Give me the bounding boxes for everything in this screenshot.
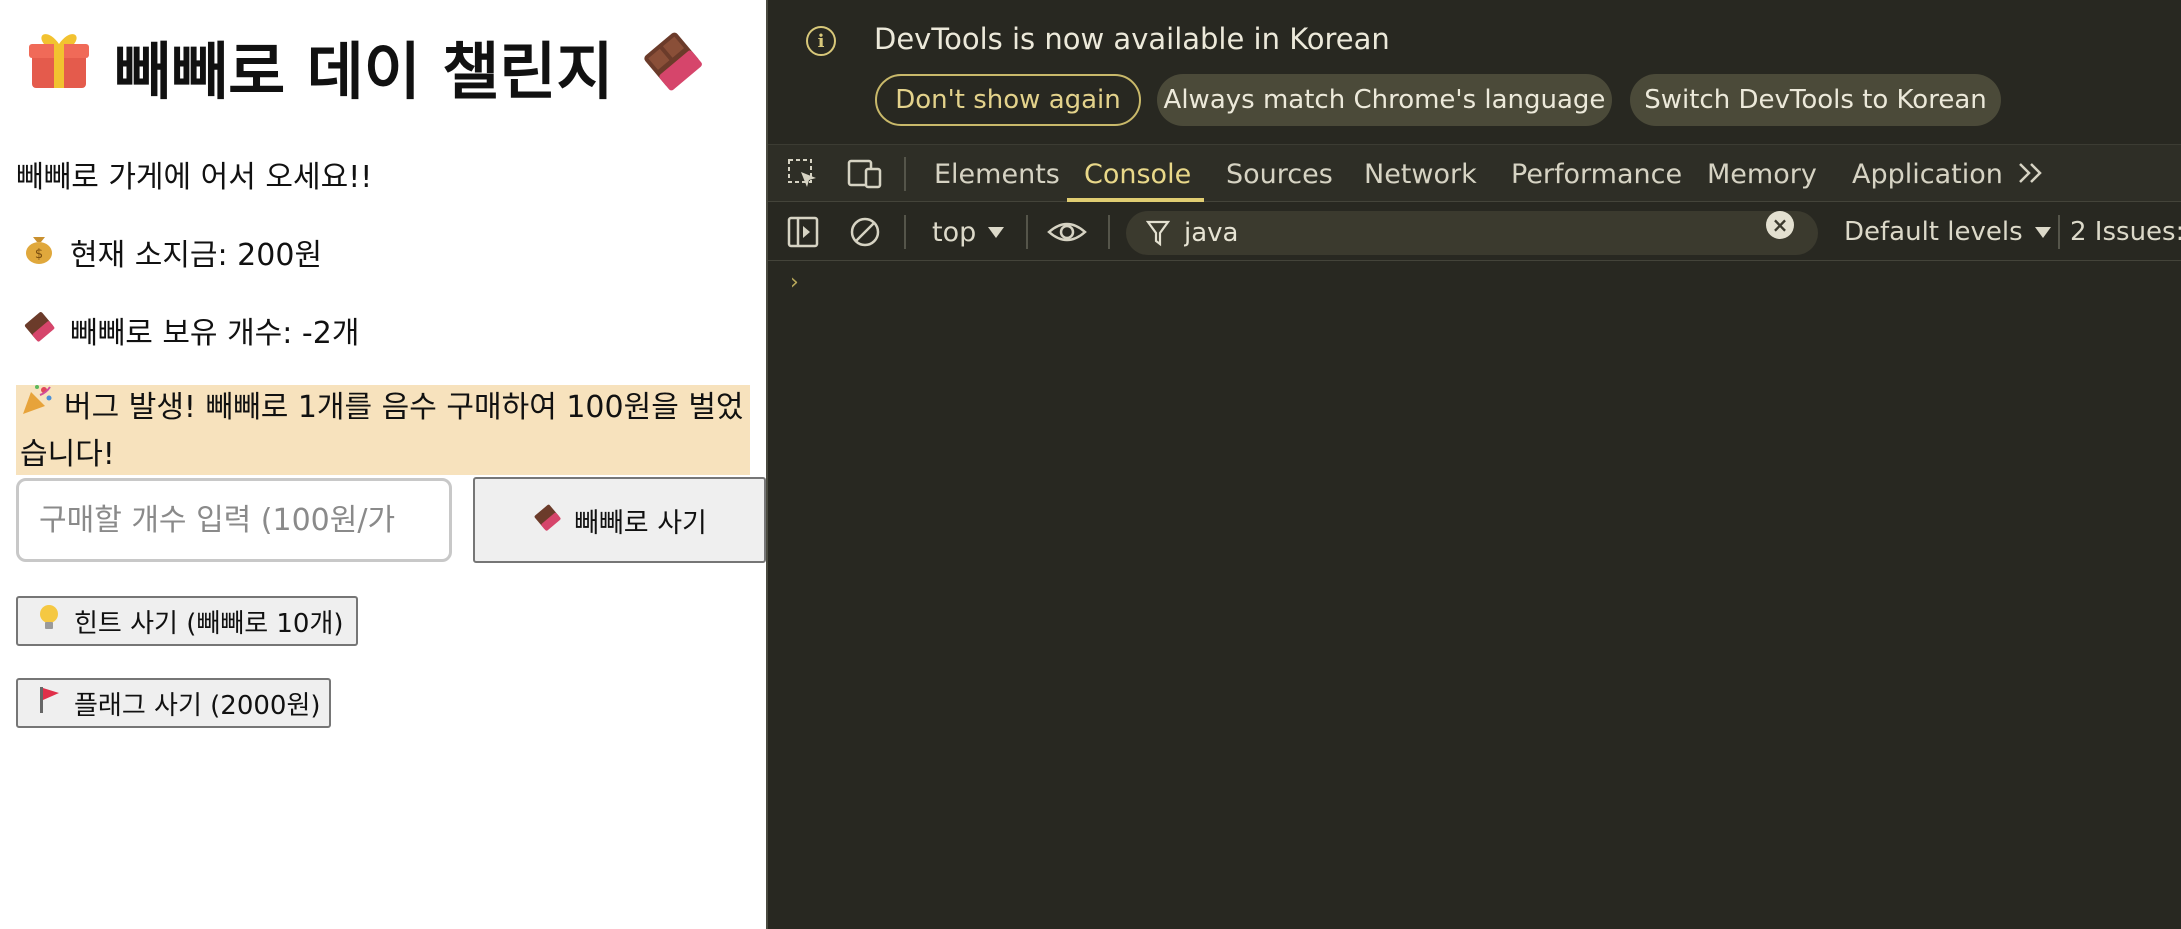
clear-console-icon[interactable]	[848, 215, 882, 253]
money-text: 현재 소지금: 200원	[70, 238, 323, 273]
quantity-input[interactable]	[16, 478, 452, 562]
console-prompt-icon[interactable]: ›	[790, 270, 799, 295]
tab-performance[interactable]: Performance	[1511, 145, 1682, 203]
red-flag-icon	[36, 685, 62, 722]
tab-elements[interactable]: Elements	[934, 145, 1060, 203]
divider	[2058, 215, 2060, 249]
context-label: top	[932, 216, 977, 248]
bug-message: 버그 발생! 빼빼로 1개를 음수 구매하여 100원을 벌었습니다!	[16, 385, 750, 475]
welcome-text: 빼빼로 가게에 어서 오세요!!	[16, 160, 373, 195]
filter-icon	[1145, 219, 1171, 251]
svg-text:$: $	[35, 247, 43, 262]
buy-flag-label: 플래그 사기 (2000원)	[74, 690, 321, 721]
tab-network[interactable]: Network	[1364, 145, 1477, 203]
divider	[904, 215, 906, 249]
chevron-down-icon	[988, 226, 1005, 238]
page-title: 빼빼로 데이 챌린지	[26, 24, 706, 109]
chevron-down-icon	[2034, 226, 2051, 238]
count-text: 빼빼로 보유 개수: -2개	[70, 316, 360, 351]
clear-filter-icon[interactable]: ×	[1766, 211, 1794, 239]
info-icon: i	[806, 26, 836, 56]
dont-show-again-button[interactable]: Don't show again	[875, 74, 1141, 126]
page-title-text: 빼빼로 데이 챌린지	[114, 35, 614, 108]
sidebar-toggle-icon[interactable]	[786, 215, 820, 253]
buy-hint-label: 힌트 사기 (빼빼로 10개)	[74, 608, 344, 639]
gift-icon	[26, 26, 92, 107]
buy-flag-button[interactable]: 플래그 사기 (2000원)	[16, 678, 331, 728]
bug-message-text: 버그 발생! 빼빼로 1개를 음수 구매하여 100원을 벌었습니다!	[20, 390, 744, 472]
tab-memory[interactable]: Memory	[1707, 145, 1817, 203]
buy-pepero-button[interactable]: 빼빼로 사기	[473, 477, 766, 563]
tab-sources[interactable]: Sources	[1226, 145, 1333, 203]
tab-console[interactable]: Console	[1084, 145, 1191, 203]
context-selector[interactable]: top	[932, 203, 1005, 261]
log-levels-label: Default levels	[1844, 217, 2023, 247]
buy-hint-button[interactable]: 힌트 사기 (빼빼로 10개)	[16, 596, 358, 646]
buy-pepero-label: 빼빼로 사기	[574, 507, 707, 539]
divider	[1108, 215, 1110, 249]
issues-counter[interactable]: 2 Issues:	[2070, 203, 2181, 261]
chocolate-icon	[532, 502, 562, 539]
lightbulb-icon	[36, 603, 62, 640]
money-bag-icon: $	[22, 231, 56, 273]
language-notice: DevTools is now available in Korean	[874, 22, 1390, 56]
chocolate-icon	[636, 24, 706, 109]
chocolate-icon	[22, 309, 56, 351]
filter-input[interactable]	[1184, 211, 1744, 255]
filter-box	[1126, 211, 1818, 255]
switch-language-button[interactable]: Switch DevTools to Korean	[1630, 74, 2001, 126]
divider	[1026, 215, 1028, 249]
console-toolbar: top × Default levels 2 Issues:	[768, 203, 2181, 261]
devtools-tabbar: Elements Console Sources Network Perform…	[768, 144, 2181, 202]
active-tab-indicator	[1067, 198, 1204, 202]
log-levels-dropdown[interactable]: Default levels	[1844, 203, 2051, 261]
eye-icon[interactable]	[1046, 215, 1088, 253]
challenge-page: 빼빼로 데이 챌린지 빼빼로 가게에 어서 오세요!! $ 현재 소지금: 20…	[0, 0, 766, 929]
count-line: 빼빼로 보유 개수: -2개	[22, 308, 359, 352]
tab-application[interactable]: Application	[1852, 145, 2003, 203]
party-popper-icon	[20, 383, 54, 430]
more-tabs-icon[interactable]	[2016, 159, 2046, 191]
divider	[904, 157, 906, 191]
devtools-panel: i DevTools is now available in Korean Do…	[766, 0, 2181, 929]
match-language-button[interactable]: Always match Chrome's language	[1157, 74, 1612, 126]
device-toolbar-icon[interactable]	[846, 157, 884, 195]
inspect-element-icon[interactable]	[786, 157, 820, 195]
money-line: $ 현재 소지금: 200원	[22, 230, 322, 274]
